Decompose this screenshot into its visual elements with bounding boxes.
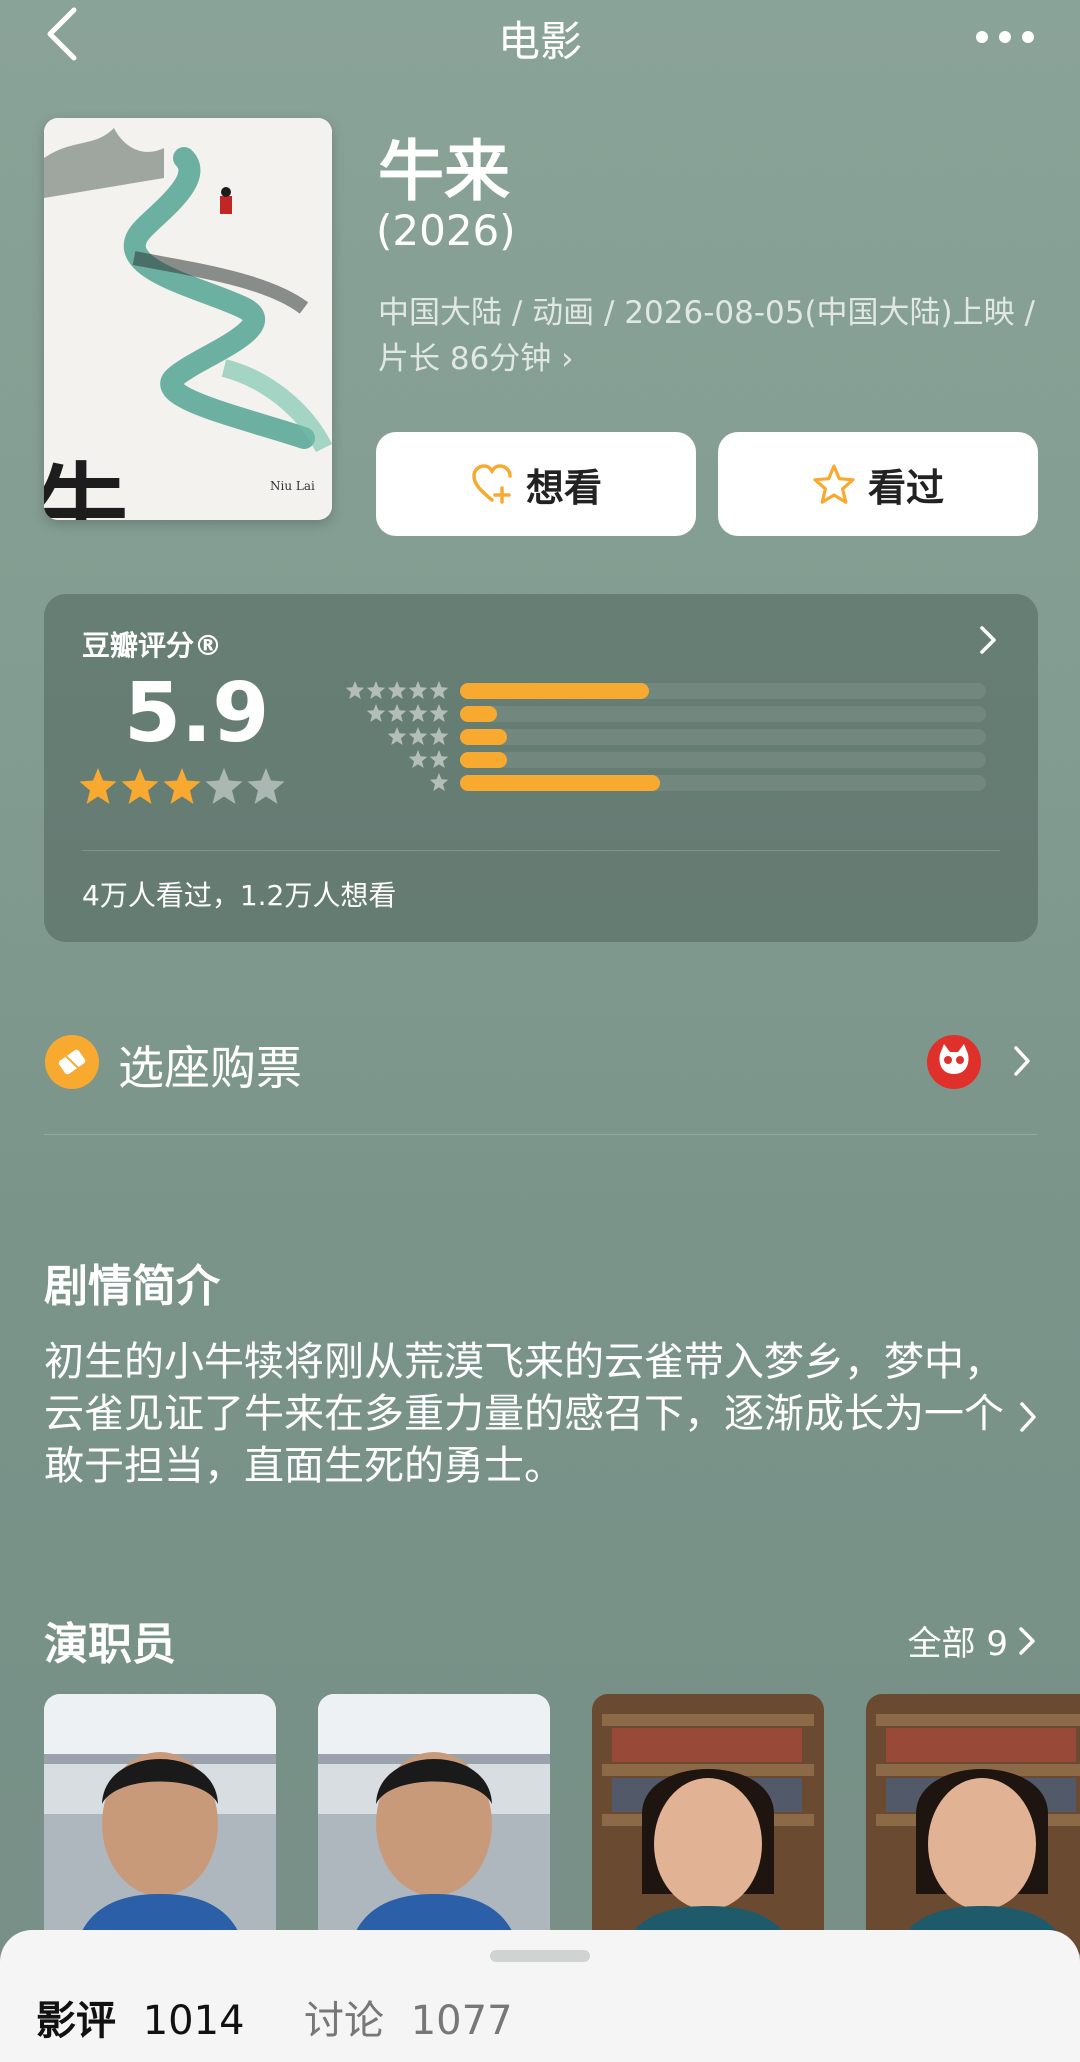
ticket-label: 选座购票 xyxy=(118,1041,302,1095)
movie-year: (2026) xyxy=(376,206,516,255)
rating-stars xyxy=(78,766,286,806)
star-empty-icon xyxy=(429,681,449,699)
meta-line-1: 中国大陆 / 动画 / 2026-08-05(中国大陆)上映 / xyxy=(378,295,1035,331)
distribution-row xyxy=(320,772,1040,794)
distribution-track xyxy=(460,752,986,768)
buy-ticket-row[interactable]: 选座购票 xyxy=(44,1022,1038,1102)
star-empty-icon xyxy=(366,704,386,722)
chevron-right-icon xyxy=(1019,1626,1035,1655)
rating-label: 豆瓣评分® xyxy=(82,629,223,662)
drag-handle[interactable] xyxy=(490,1950,590,1962)
tab-count: 1014 xyxy=(142,1998,245,2044)
tab-label: 讨论 xyxy=(304,1998,384,2044)
distribution-row xyxy=(320,680,1040,702)
page-title: 电影 xyxy=(497,17,582,66)
distribution-bar xyxy=(460,752,508,768)
star-empty-icon xyxy=(429,750,449,768)
star-outline-icon xyxy=(813,464,855,504)
chevron-right-icon xyxy=(980,626,996,654)
poster-subtitle-text: Niu Lai xyxy=(270,479,315,493)
cast-all-link[interactable]: 全部 9 xyxy=(908,1616,1036,1665)
cast-photo xyxy=(592,1694,824,1954)
star-empty-icon xyxy=(429,727,449,745)
watched-button[interactable]: 看过 xyxy=(718,432,1038,536)
movie-title: 牛来 xyxy=(378,133,510,210)
star-filled-icon xyxy=(163,768,201,804)
cast-photo xyxy=(318,1694,550,1954)
top-bar: 电影 xyxy=(0,0,1080,70)
star-empty-icon xyxy=(247,768,285,804)
tab-count: 1077 xyxy=(410,1998,513,2044)
star-empty-icon xyxy=(366,681,386,699)
star-empty-icon xyxy=(429,704,449,722)
distribution-bar xyxy=(460,775,660,791)
distribution-row xyxy=(320,749,1040,771)
cast-member-card[interactable] xyxy=(592,1694,824,1954)
star-filled-icon xyxy=(121,768,159,804)
meta-line-2: 片长 86分钟 › xyxy=(378,341,574,377)
divider xyxy=(82,850,1000,851)
distribution-row xyxy=(320,703,1040,725)
tab-reviews[interactable]: 影评 1014 xyxy=(36,1988,245,2046)
distribution-bar xyxy=(460,706,497,722)
distribution-bar xyxy=(460,729,508,745)
distribution-track xyxy=(460,775,986,791)
star-empty-icon xyxy=(429,773,449,791)
cast-photo xyxy=(44,1694,276,1954)
bottom-sheet[interactable]: 影评 1014 讨论 1077 xyxy=(0,1930,1080,2062)
star-empty-icon xyxy=(408,727,428,745)
heart-plus-icon xyxy=(472,464,512,504)
star-empty-icon xyxy=(205,768,243,804)
distribution-track xyxy=(460,683,986,699)
distribution-track xyxy=(460,729,986,745)
distribution-bar xyxy=(460,683,650,699)
rating-card[interactable]: 豆瓣评分® 5.9 4万人看过，1.2万人想看 xyxy=(44,594,1038,942)
more-dots-icon[interactable] xyxy=(970,12,1040,62)
cast-photo xyxy=(866,1694,1080,1954)
want-label: 想看 xyxy=(525,465,602,510)
star-empty-icon xyxy=(387,681,407,699)
star-empty-icon xyxy=(387,727,407,745)
movie-poster[interactable]: 牛来 Niu Lai xyxy=(44,118,332,520)
tab-label: 影评 xyxy=(36,1998,116,2044)
cast-all-label: 全部 9 xyxy=(907,1624,1008,1664)
chevron-right-icon[interactable] xyxy=(1018,1400,1038,1434)
star-empty-icon xyxy=(345,681,365,699)
rating-counts: 4万人看过，1.2万人想看 xyxy=(82,879,397,912)
star-empty-icon xyxy=(387,704,407,722)
chevron-right-icon xyxy=(1014,1046,1030,1076)
star-empty-icon xyxy=(408,750,428,768)
rating-score: 5.9 xyxy=(124,666,270,761)
cast-member-card[interactable] xyxy=(44,1694,276,1954)
seen-label: 看过 xyxy=(867,465,944,510)
ticket-icon xyxy=(45,1035,99,1089)
divider xyxy=(44,1134,1038,1135)
distribution-row xyxy=(320,726,1040,748)
cat-logo-icon xyxy=(927,1035,981,1089)
cast-title: 演职员 xyxy=(44,1619,176,1670)
movie-meta[interactable]: 中国大陆 / 动画 / 2026-08-05(中国大陆)上映 / 片长 86分钟… xyxy=(378,290,1038,382)
cast-member-card[interactable] xyxy=(866,1694,1080,1954)
star-empty-icon xyxy=(408,704,428,722)
poster-title-text: 牛来 xyxy=(44,458,129,520)
star-filled-icon xyxy=(79,768,117,804)
want-to-watch-button[interactable]: 想看 xyxy=(376,432,696,536)
distribution-track xyxy=(460,706,986,722)
synopsis-title: 剧情简介 xyxy=(44,1261,220,1312)
star-empty-icon xyxy=(408,681,428,699)
synopsis-text[interactable]: 初生的小牛犊将刚从荒漠飞来的云雀带入梦乡，梦中，云雀见证了牛来在多重力量的感召下… xyxy=(44,1336,1004,1492)
tab-discussions[interactable]: 讨论 1077 xyxy=(304,1988,513,2046)
cast-member-card[interactable] xyxy=(318,1694,550,1954)
